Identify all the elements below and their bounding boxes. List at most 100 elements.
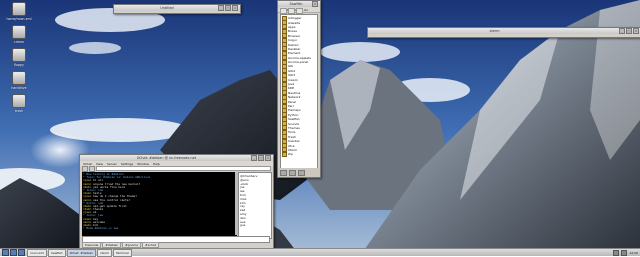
list-item-label: Cogui <box>288 38 297 43</box>
volume-icon[interactable] <box>621 249 628 256</box>
xterm-window[interactable]: xterm _ □ × <box>367 27 640 38</box>
window-title: Sawfish <box>289 2 303 6</box>
status-icon[interactable] <box>280 169 287 176</box>
network-icon[interactable] <box>613 249 620 256</box>
window-title: Untitled <box>160 6 174 10</box>
task-button[interactable]: noon.xml <box>27 248 47 257</box>
menu-icon[interactable] <box>2 249 9 256</box>
toolbar <box>80 165 273 172</box>
list-item-label: Zip <box>288 152 293 157</box>
list-item-label: Sounds <box>288 121 300 126</box>
list-item-label: Adlogger <box>288 16 302 21</box>
channel-icon[interactable] <box>82 165 88 172</box>
menu-settings[interactable]: Settings <box>121 162 133 166</box>
drive-icon <box>12 25 26 39</box>
user-list[interactable]: @ChanServ @ann +bob joe lee tom max kim ray zed am… <box>238 172 272 239</box>
list-item-label: KDE <box>288 86 295 91</box>
window-title: XChat: #debian @ irc.freenode.net <box>136 156 197 160</box>
list-item-label: Pixmaps <box>288 108 301 113</box>
desktop-icon[interactable]: trash <box>2 94 36 117</box>
terminal-icon[interactable] <box>10 249 17 256</box>
desktop-icon-label: harddrive <box>11 86 27 90</box>
list-item-label: Browser <box>288 33 301 38</box>
window-titlebar[interactable]: Untitled _ □ × <box>114 5 240 11</box>
channel-tabs: freenode #debian #gnome #xchat <box>82 242 159 248</box>
status-icon[interactable] <box>298 169 305 176</box>
minimize-button[interactable]: _ <box>619 28 625 34</box>
file-list[interactable]: Adlogger Adwaita Apps Boxes Browser Cogui Debi… <box>280 14 318 169</box>
file-list-window[interactable]: Sawfish × File Edit View Go AdloggerAdwa… <box>277 0 321 178</box>
task-button[interactable]: Terminal <box>113 248 132 257</box>
list-item[interactable]: Zip <box>282 152 316 157</box>
close-button[interactable]: × <box>312 1 318 7</box>
statusbar <box>278 168 320 177</box>
maximize-button[interactable]: □ <box>225 5 231 11</box>
browser-icon[interactable] <box>18 249 25 256</box>
list-item-label: Gnome-panel <box>288 60 309 65</box>
topic-field[interactable] <box>96 166 271 171</box>
desktop-icon[interactable]: cdrom <box>2 25 36 48</box>
desktop-icon[interactable]: floppy <box>2 48 36 71</box>
drive-icon <box>12 48 26 62</box>
folder-icon <box>282 152 287 157</box>
task-button[interactable]: XChat: #debian <box>66 248 97 257</box>
list-item-label: Gtk3 <box>288 73 296 78</box>
close-button[interactable]: × <box>633 28 639 34</box>
minimize-button[interactable]: _ <box>251 155 257 161</box>
status-icon[interactable] <box>289 169 296 176</box>
user-list-item[interactable]: gus <box>240 223 270 227</box>
file-icon <box>12 2 26 16</box>
chat-log[interactable]: * Now talking on #debian * Topic for #deb… <box>82 172 237 237</box>
list-item-label: Panel <box>288 99 297 104</box>
list-item-label: Network <box>288 95 301 100</box>
list-item-label: Sawfish <box>288 117 300 122</box>
toolbar <box>280 8 318 14</box>
list-item-label: Java <box>288 82 295 87</box>
list-item-label: Apps <box>288 24 296 29</box>
taskbar: noon.xml Sawfish XChat: #debian xterm Termin… <box>0 248 640 257</box>
desktop-icon-label: floppy <box>14 63 24 67</box>
maximize-button[interactable]: □ <box>626 28 632 34</box>
menu-window[interactable]: Window <box>137 162 149 166</box>
minimize-button[interactable]: _ <box>218 5 224 11</box>
close-button[interactable]: × <box>232 5 238 11</box>
window-titlebar[interactable]: xterm _ □ × <box>368 28 640 34</box>
list-item-label: Trash <box>288 134 296 139</box>
list-item-label: Element <box>288 51 301 56</box>
blank-window[interactable]: Untitled _ □ × <box>113 4 241 14</box>
list-item-label: Icewm <box>288 77 298 82</box>
window-titlebar[interactable]: Sawfish × <box>278 1 320 7</box>
menu-server[interactable]: Server <box>107 162 117 166</box>
task-button[interactable]: xterm <box>97 248 112 257</box>
task-button[interactable]: Sawfish <box>47 248 66 257</box>
list-item-label: Adwaita <box>288 20 301 25</box>
system-tray: 12:00 <box>613 249 638 256</box>
list-item-label: Deskbar <box>288 46 301 51</box>
desktop-icon[interactable]: home/noon.xml <box>2 2 36 25</box>
window-titlebar[interactable]: XChat: #debian @ irc.freenode.net _ □ × <box>80 155 273 161</box>
maximize-button[interactable]: □ <box>258 155 264 161</box>
launcher <box>2 249 25 256</box>
close-button[interactable]: × <box>265 155 271 161</box>
menu-help[interactable]: Help <box>153 162 160 166</box>
list-item-label: Xterm <box>288 147 298 152</box>
list-item-label: Tools <box>288 130 296 135</box>
desktop-icons: home/noon.xml cdrom floppy harddrive tra… <box>2 2 36 117</box>
list-item-label: Themes <box>288 125 300 130</box>
irc-window[interactable]: XChat: #debian @ irc.freenode.net _ □ × … <box>79 154 274 249</box>
list-item-label: Gtk2 <box>288 68 296 73</box>
menu-view[interactable]: View <box>96 162 103 166</box>
desktop-icon-label: cdrom <box>13 40 25 44</box>
chat-message: Mode #debian +v lee <box>86 227 119 231</box>
list-item-label: Python <box>288 112 299 117</box>
user-icon[interactable] <box>89 165 95 172</box>
list-item-label: Gtk <box>288 64 294 69</box>
clock[interactable]: 12:00 <box>629 251 638 255</box>
chat-line: * Mode #debian +v lee <box>83 227 236 230</box>
desktop-icon[interactable]: harddrive <box>2 71 36 94</box>
list-item-label: Userbar <box>288 139 300 144</box>
desktop-icon-label: home/noon.xml <box>6 17 32 21</box>
list-item-label: Debian <box>288 42 299 47</box>
trash-icon <box>12 94 26 108</box>
list-item-label: Gnome-applets <box>288 55 311 60</box>
